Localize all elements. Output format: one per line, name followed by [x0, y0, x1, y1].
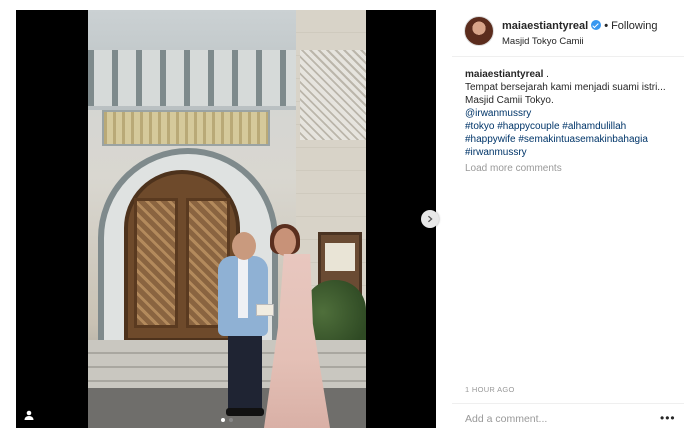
more-options-icon[interactable]: •••: [660, 411, 676, 425]
mosque-lattice: [300, 50, 366, 140]
user-tag-icon[interactable]: [20, 406, 38, 424]
caption-username[interactable]: maiaestiantyreal: [465, 69, 543, 80]
location-link[interactable]: Masjid Tokyo Camii: [502, 36, 584, 47]
post-photo: [88, 10, 366, 428]
load-more-comments-button[interactable]: Load more comments: [465, 163, 562, 174]
door-panel-left: [134, 198, 178, 328]
woman-figure-head: [274, 228, 296, 256]
caption-hashtags-2[interactable]: #happywife #semakintuasemakinbahagia: [465, 133, 680, 146]
post-media[interactable]: [16, 10, 436, 428]
caption-hashtags-3[interactable]: #irwanmussry: [465, 146, 680, 159]
post-header: maiaestiantyreal • Following Masjid Tokyo …: [464, 16, 684, 52]
caption-after-username: .: [546, 69, 549, 80]
header-user-line: maiaestiantyreal • Following: [502, 20, 658, 32]
follow-button[interactable]: Following: [611, 20, 657, 32]
man-figure-head: [232, 232, 256, 260]
mosque-steps: [88, 340, 366, 390]
man-figure-shoes: [226, 408, 264, 416]
woman-figure-clutch: [256, 304, 274, 316]
mosque-muqarnas: [88, 50, 298, 106]
post-sidebar: maiaestiantyreal • Following Masjid Tokyo …: [452, 10, 684, 428]
header-username[interactable]: maiaestiantyreal: [502, 20, 588, 32]
mosque-frieze: [102, 110, 270, 146]
man-figure-shirt: [238, 258, 248, 318]
divider: [452, 403, 684, 404]
verified-badge-icon: [591, 20, 602, 30]
caption-header-line: maiaestiantyreal .: [465, 68, 680, 81]
sign-board: [325, 243, 355, 271]
divider: [452, 56, 684, 57]
caption-mention[interactable]: @irwanmussry: [465, 107, 680, 120]
carousel-dot-active: [221, 418, 225, 422]
next-arrow-icon[interactable]: [421, 210, 439, 228]
carousel-dot: [229, 418, 233, 422]
caption-text-line2: Masjid Camii Tokyo.: [465, 95, 554, 106]
man-figure-legs: [228, 330, 262, 410]
caption: maiaestiantyreal . Tempat bersejarah kam…: [465, 68, 680, 159]
header-separator: •: [604, 20, 609, 32]
add-comment-input[interactable]: [465, 412, 645, 426]
caption-text-line1: Tempat bersejarah kami menjadi suami ist…: [465, 82, 666, 93]
avatar[interactable]: [464, 16, 494, 46]
post-timestamp: 1 HOUR AGO: [465, 385, 515, 394]
caption-hashtags-1[interactable]: #tokyo #happycouple #alhamdulillah: [465, 120, 680, 133]
